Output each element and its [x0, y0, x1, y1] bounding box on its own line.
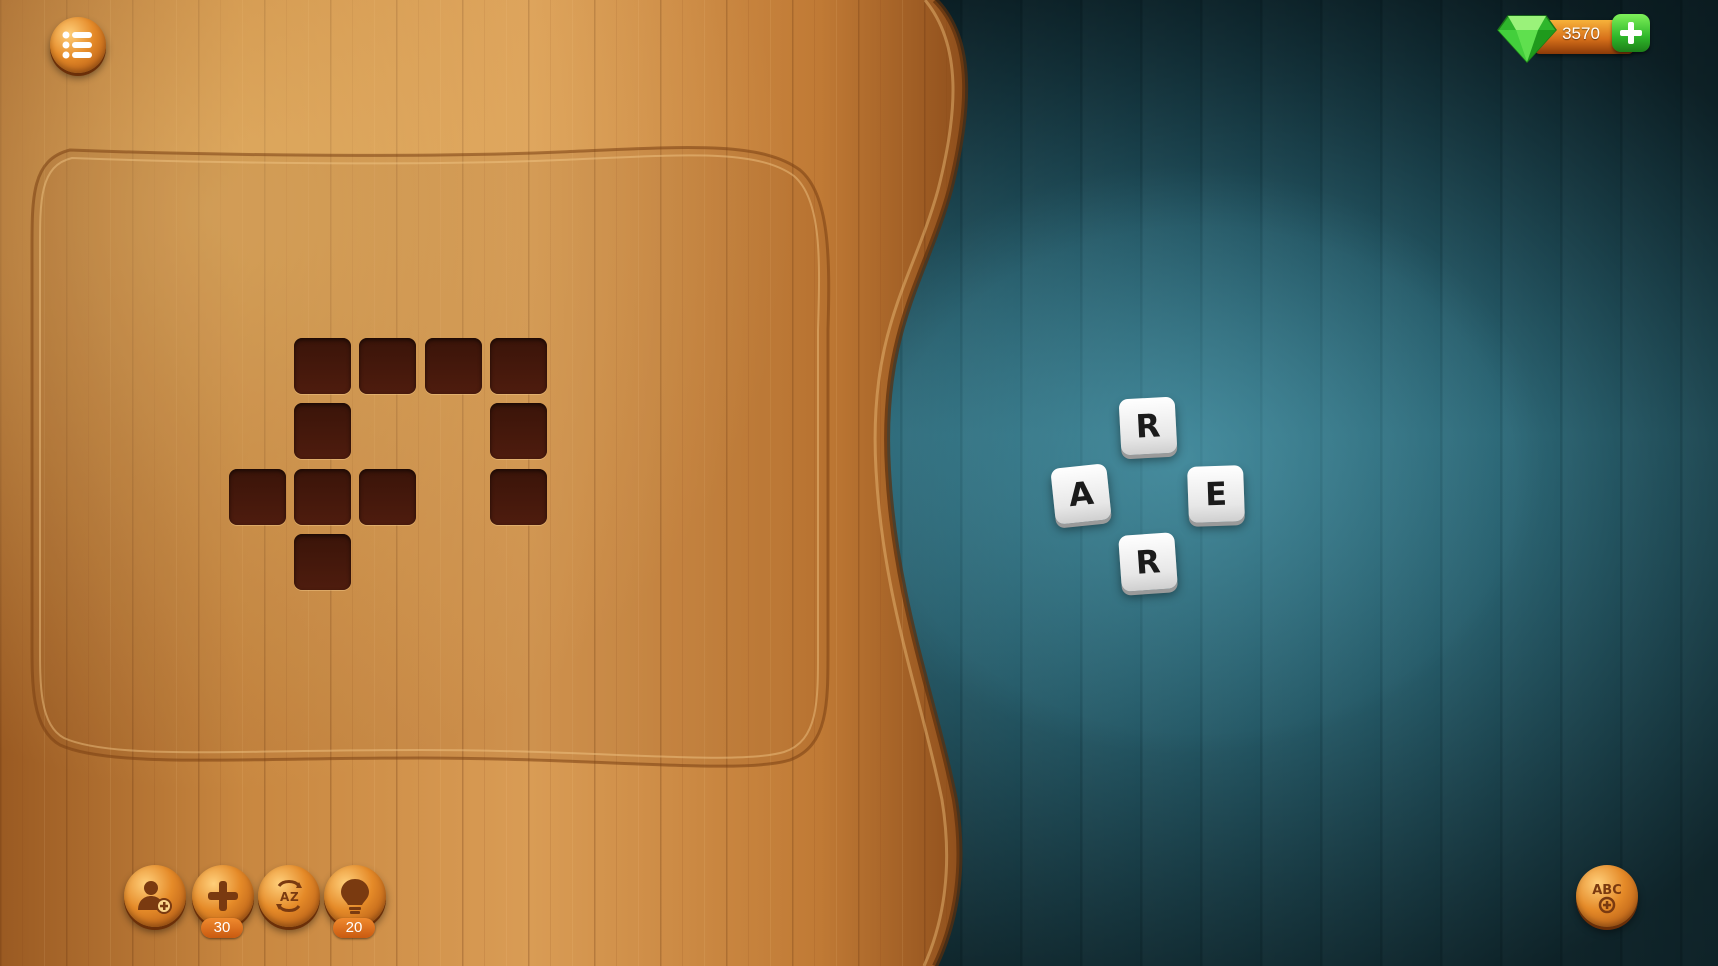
letter-tile-top[interactable]: R	[1118, 396, 1178, 456]
hint-cost-badge: 20	[333, 918, 375, 938]
shuffle-az-icon: A Z	[276, 880, 302, 912]
grid-cell	[294, 403, 351, 459]
abc-label: ABC	[1592, 883, 1622, 898]
svg-text:Z: Z	[290, 890, 299, 904]
shuffle-button[interactable]: A Z	[258, 865, 320, 927]
person-add-icon	[138, 881, 172, 914]
reveal-letter-cost-badge: 30	[201, 918, 243, 938]
abc-add-icon: ABC	[1592, 883, 1622, 914]
grid-cell	[490, 469, 547, 525]
grid-cell	[490, 338, 547, 394]
grid-cell	[359, 469, 416, 525]
crossword-grid	[0, 0, 1718, 966]
grid-cell	[294, 338, 351, 394]
grid-cell	[294, 534, 351, 590]
lightbulb-icon	[341, 879, 369, 914]
grid-cell	[359, 338, 416, 394]
letter-tile-bottom[interactable]: R	[1118, 532, 1178, 592]
letter-tile-left[interactable]: A	[1050, 463, 1112, 525]
grid-cell	[490, 403, 547, 459]
extra-words-button[interactable]: ABC	[1576, 865, 1638, 927]
ask-friend-button[interactable]	[124, 865, 186, 927]
grid-cell	[425, 338, 482, 394]
svg-text:A: A	[280, 890, 290, 904]
grid-cell	[294, 469, 351, 525]
plus-icon	[208, 881, 238, 911]
letter-tile-right[interactable]: E	[1187, 465, 1245, 523]
grid-cell	[229, 469, 286, 525]
